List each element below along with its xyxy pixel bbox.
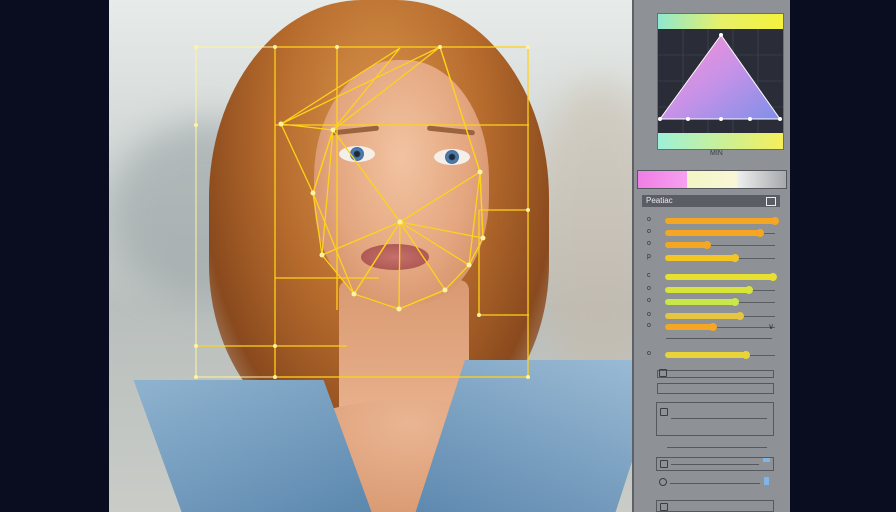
input-field[interactable] — [657, 383, 774, 394]
section-header[interactable]: Peatiac — [642, 195, 780, 207]
wand-icon[interactable] — [658, 444, 664, 450]
slider-knob[interactable] — [744, 286, 753, 294]
lock-icon[interactable] — [660, 408, 668, 416]
slider-label: o — [647, 216, 651, 223]
swatch-gray[interactable] — [736, 171, 786, 188]
chevron-down-icon[interactable]: ∨ — [768, 322, 774, 331]
slider-fill — [665, 274, 773, 280]
slider-fill — [665, 287, 749, 293]
slider-knob[interactable] — [764, 477, 769, 485]
slider-track[interactable] — [671, 464, 759, 465]
slider-row[interactable]: c — [645, 272, 780, 282]
slider-knob[interactable] — [742, 351, 751, 359]
color-swatch-row[interactable] — [637, 170, 787, 189]
slider-label: o — [647, 285, 651, 292]
target-icon[interactable] — [659, 478, 667, 486]
color-gamut-widget[interactable] — [657, 13, 784, 150]
slider-label: o — [647, 297, 651, 304]
slider-track[interactable] — [671, 418, 767, 419]
slider-row[interactable]: o ∨ — [645, 322, 780, 332]
slider-knob[interactable] — [731, 254, 740, 262]
slider-fill — [665, 242, 707, 248]
input-field[interactable] — [657, 370, 774, 378]
slider-knob[interactable] — [702, 241, 711, 249]
slider-row[interactable]: o — [645, 240, 780, 250]
section-title: Peatiac — [646, 196, 673, 205]
checkbox-icon[interactable] — [660, 503, 668, 511]
left-letterbox — [0, 0, 109, 512]
slider-track[interactable] — [670, 483, 760, 484]
slider-fill — [665, 313, 740, 319]
slider-row[interactable]: o — [645, 285, 780, 295]
slider-row[interactable]: p — [645, 253, 780, 263]
swatch-cream[interactable] — [687, 171, 737, 188]
image-icon[interactable] — [766, 197, 776, 206]
slider-label: p — [647, 253, 651, 260]
toggle-icon[interactable] — [660, 460, 668, 468]
slider-label: o — [647, 240, 651, 247]
slider-fill — [665, 324, 714, 330]
landmark-mesh — [195, 46, 529, 378]
parameter-row[interactable] — [656, 475, 772, 489]
right-letterbox — [788, 0, 896, 512]
slider-label: o — [647, 322, 651, 329]
gamut-bottom-bar — [658, 133, 783, 149]
slider-knob[interactable] — [755, 229, 764, 237]
slider-knob[interactable] — [763, 458, 770, 462]
gamut-top-bar — [658, 14, 783, 29]
slider-fill — [665, 352, 747, 358]
slider-knob[interactable] — [771, 217, 779, 225]
parameter-box[interactable] — [656, 402, 774, 436]
divider — [666, 338, 772, 339]
parameter-box[interactable] — [656, 457, 774, 471]
gamut-triangle[interactable] — [658, 29, 783, 133]
slider-fill — [665, 299, 736, 305]
slider-label: c — [647, 272, 651, 279]
slider-label: o — [647, 311, 651, 318]
photo-canvas[interactable] — [109, 0, 635, 512]
slider-knob[interactable] — [735, 312, 744, 320]
outer-frame — [195, 46, 529, 378]
slider-knob[interactable] — [731, 298, 740, 306]
slider-row[interactable]: o — [645, 228, 780, 238]
slider-knob[interactable] — [709, 323, 718, 331]
slider-track[interactable] — [667, 447, 767, 448]
parameter-box[interactable] — [656, 500, 774, 512]
inner-frame — [274, 46, 529, 378]
checkbox-icon[interactable] — [659, 369, 667, 377]
gamut-label: MIN — [710, 150, 723, 157]
slider-row[interactable]: o — [645, 350, 780, 360]
slider-row[interactable]: o — [645, 216, 780, 226]
slider-label: o — [647, 350, 651, 357]
slider-fill — [665, 230, 760, 236]
swatch-pink[interactable] — [638, 171, 688, 188]
slider-label: o — [647, 228, 651, 235]
slider-row[interactable]: o — [645, 311, 780, 321]
slider-row[interactable]: o — [645, 297, 780, 307]
slider-fill — [665, 255, 736, 261]
slider-knob[interactable] — [768, 273, 777, 281]
slider-fill — [665, 218, 775, 224]
face-landmark-overlay[interactable] — [109, 0, 635, 512]
